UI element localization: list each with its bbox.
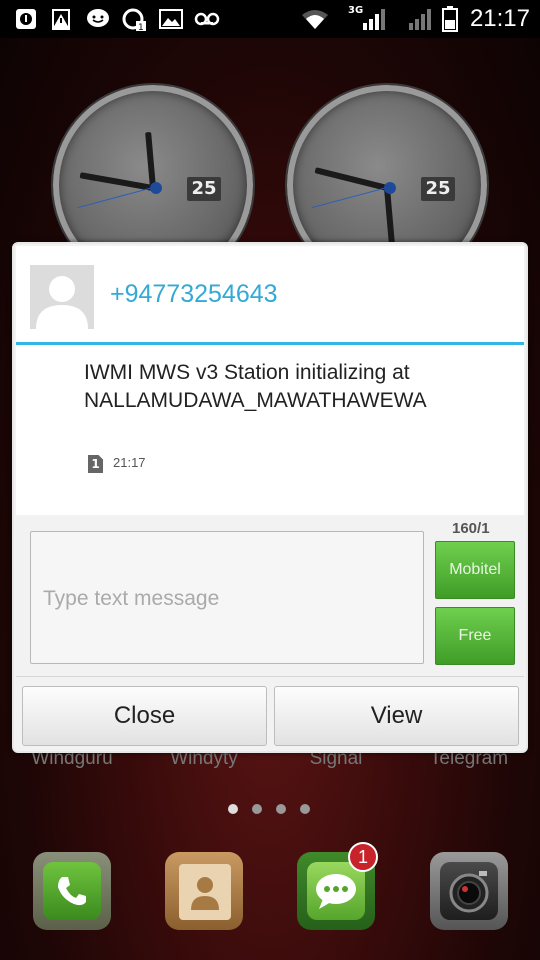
send-free-button[interactable]: Free bbox=[435, 607, 515, 665]
clock-hour-hand bbox=[314, 167, 388, 191]
clock-minute-hand bbox=[384, 187, 395, 245]
page-dot bbox=[252, 804, 262, 814]
char-counter: 160/1 bbox=[452, 520, 490, 537]
svg-text:1: 1 bbox=[138, 23, 144, 31]
clock-minute-hand bbox=[145, 131, 156, 189]
close-button[interactable]: Close bbox=[22, 686, 267, 746]
phone-icon[interactable] bbox=[33, 852, 111, 930]
status-time: 21:17 bbox=[469, 5, 530, 32]
page-indicator bbox=[228, 804, 310, 814]
send-mobitel-button[interactable]: Mobitel bbox=[435, 541, 515, 599]
emoji-icon bbox=[86, 7, 110, 31]
page-dot bbox=[228, 804, 238, 814]
view-button[interactable]: View bbox=[274, 686, 519, 746]
clock-date: 25 bbox=[421, 177, 455, 201]
status-bar: 1 3G 21:17 bbox=[0, 0, 540, 38]
clock-second-hand bbox=[311, 187, 388, 209]
sim-slot-icon: 1 bbox=[88, 455, 103, 473]
clock-date: 25 bbox=[187, 177, 221, 201]
warning-icon bbox=[50, 7, 74, 31]
clock-hour-hand bbox=[79, 172, 154, 191]
contact-avatar-icon bbox=[30, 265, 94, 329]
page-dot bbox=[276, 804, 286, 814]
button-row-divider bbox=[16, 676, 524, 677]
signal-icon bbox=[362, 7, 388, 31]
message-body: IWMI MWS v3 Station initializing at NALL… bbox=[84, 361, 427, 412]
page-dot bbox=[300, 804, 310, 814]
sms-popup-dialog: +94773254643 IWMI MWS v3 Station initial… bbox=[12, 242, 528, 753]
contacts-icon[interactable] bbox=[165, 852, 243, 930]
signal-icon-2 bbox=[408, 7, 434, 31]
dialog-header: +94773254643 bbox=[16, 246, 524, 344]
battery-icon bbox=[442, 6, 458, 32]
sim-alert-icon bbox=[14, 7, 38, 31]
wifi-icon bbox=[300, 7, 330, 31]
voicemail-icon bbox=[193, 7, 221, 31]
clock-center bbox=[150, 182, 162, 194]
network-type-label: 3G bbox=[348, 5, 364, 16]
unread-badge: 1 bbox=[348, 842, 378, 872]
sync-icon: 1 bbox=[121, 7, 147, 31]
clock-center bbox=[384, 182, 396, 194]
reply-input[interactable]: Type text message bbox=[30, 531, 424, 664]
message-area: IWMI MWS v3 Station initializing at NALL… bbox=[16, 345, 524, 515]
image-icon bbox=[158, 7, 184, 31]
clock-second-hand bbox=[77, 187, 154, 209]
sender-number[interactable]: +94773254643 bbox=[110, 280, 278, 309]
message-time: 21:17 bbox=[113, 455, 146, 470]
camera-icon[interactable] bbox=[430, 852, 508, 930]
